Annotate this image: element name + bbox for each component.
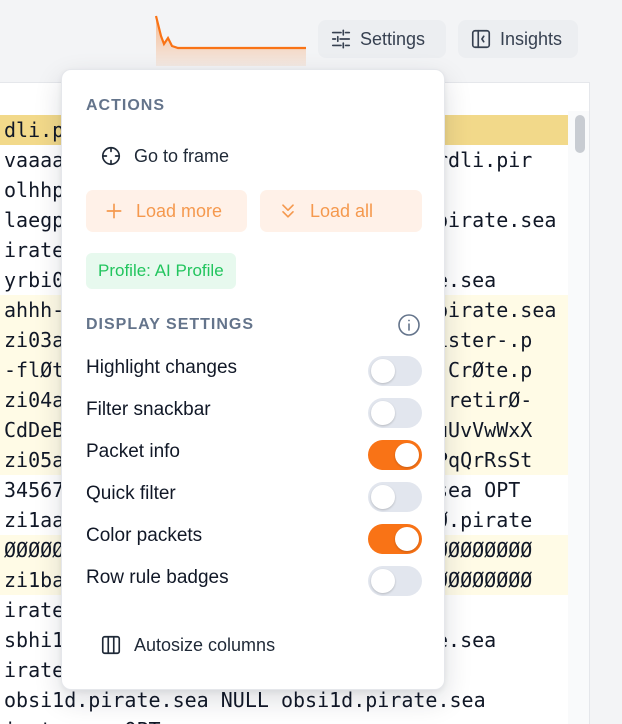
setting-row: Highlight changes xyxy=(86,353,422,387)
settings-popover: ACTIONS Go to frame Load more Load all P… xyxy=(61,69,445,690)
actions-header: ACTIONS xyxy=(86,97,165,114)
setting-label: Highlight changes xyxy=(86,357,238,378)
toggle-knob xyxy=(395,443,419,467)
row-source-cell: -flØt xyxy=(4,358,65,382)
row-info-cell: ØØØØØØØØ xyxy=(436,568,533,592)
settings-button-label: Settings xyxy=(360,28,426,49)
display-settings-header: DISPLAY SETTINGS xyxy=(86,316,255,333)
setting-row: Quick filter xyxy=(86,479,422,513)
row-info-cell: ister-.p xyxy=(436,328,533,352)
scrollbar-track[interactable] xyxy=(568,111,589,724)
row-info-cell: ØØØØØØØØ xyxy=(436,538,533,562)
row-source-cell: 34567 xyxy=(4,478,65,502)
load-all-label: Load all xyxy=(310,200,374,221)
setting-label: Row rule badges xyxy=(86,567,229,588)
setting-toggle[interactable] xyxy=(368,482,422,512)
load-more-label: Load more xyxy=(136,200,223,221)
row-source-cell: sbhi1 xyxy=(4,628,65,652)
table-row[interactable]: irate.sea OPT xyxy=(0,715,568,724)
setting-toggle[interactable] xyxy=(368,566,422,596)
setting-row: Packet info xyxy=(86,437,422,471)
row-info-cell: rdli.pir xyxy=(436,148,533,172)
setting-toggle[interactable] xyxy=(368,524,422,554)
profile-badge: Profile: AI Profile xyxy=(86,253,236,289)
row-info-cell: sea OPT xyxy=(436,478,521,502)
row-source-cell: zi03a xyxy=(4,328,65,352)
row-source-cell: zi1aa xyxy=(4,508,65,532)
go-to-frame-button[interactable]: Go to frame xyxy=(86,136,229,176)
plus-icon xyxy=(106,203,122,219)
load-more-button[interactable]: Load more xyxy=(86,190,247,232)
traffic-sparkline xyxy=(154,15,306,66)
settings-button[interactable]: Settings xyxy=(318,20,446,58)
toggle-knob xyxy=(395,527,419,551)
autosize-columns-label: Autosize columns xyxy=(134,634,276,655)
row-source-cell: ØØØØØ xyxy=(4,538,65,562)
row-source-cell: zi1ba xyxy=(4,568,65,592)
setting-label: Filter snackbar xyxy=(86,399,211,420)
scrollbar-thumb[interactable] xyxy=(575,115,585,153)
toggle-knob xyxy=(371,485,395,509)
row-info-cell: Ø.pirate xyxy=(436,508,533,532)
row-source-cell: vaaaa xyxy=(4,148,65,172)
setting-toggle[interactable] xyxy=(368,398,422,428)
info-icon[interactable] xyxy=(397,313,421,337)
crosshair-icon xyxy=(101,146,121,166)
toggle-knob xyxy=(371,401,395,425)
row-info-cell: uUvVwWxX xyxy=(436,418,533,442)
row-source-cell: CdDeB xyxy=(4,418,65,442)
row-source-cell: zi04a xyxy=(4,388,65,412)
row-info-cell: PqQrRsSt xyxy=(436,448,533,472)
toggle-knob xyxy=(371,359,395,383)
row-source-cell: irate.sea OPT xyxy=(4,715,161,724)
row-info-cell: -retirØ- xyxy=(436,388,533,412)
row-source-cell: laegp xyxy=(4,208,65,232)
row-info-cell: pirate.sea xyxy=(436,208,557,232)
setting-row: Color packets xyxy=(86,521,422,555)
setting-toggle[interactable] xyxy=(368,356,422,386)
row-source-cell: zi05a xyxy=(4,448,65,472)
insights-button[interactable]: Insights xyxy=(458,20,578,58)
row-source-cell: ahhh- xyxy=(4,298,65,322)
row-source-cell: yrbi0 xyxy=(4,268,65,292)
setting-row: Row rule badges xyxy=(86,563,422,597)
setting-label: Packet info xyxy=(86,441,180,462)
columns-icon xyxy=(101,635,121,655)
autosize-columns-button[interactable]: Autosize columns xyxy=(86,625,275,665)
setting-label: Color packets xyxy=(86,525,203,546)
load-all-button[interactable]: Load all xyxy=(260,190,422,232)
row-info-cell: -CrØte.p xyxy=(436,358,533,382)
row-info-cell: e.sea xyxy=(436,268,497,292)
setting-toggle[interactable] xyxy=(368,440,422,470)
toggle-knob xyxy=(371,569,395,593)
panel-collapse-icon xyxy=(471,29,491,49)
go-to-frame-label: Go to frame xyxy=(134,145,230,166)
chevrons-down-icon xyxy=(282,204,294,218)
row-info-cell: pirate.sea xyxy=(436,298,557,322)
setting-row: Filter snackbar xyxy=(86,395,422,429)
row-info-cell: e.sea xyxy=(436,628,497,652)
sliders-icon xyxy=(331,29,351,49)
insights-button-label: Insights xyxy=(500,28,563,49)
setting-label: Quick filter xyxy=(86,483,176,504)
